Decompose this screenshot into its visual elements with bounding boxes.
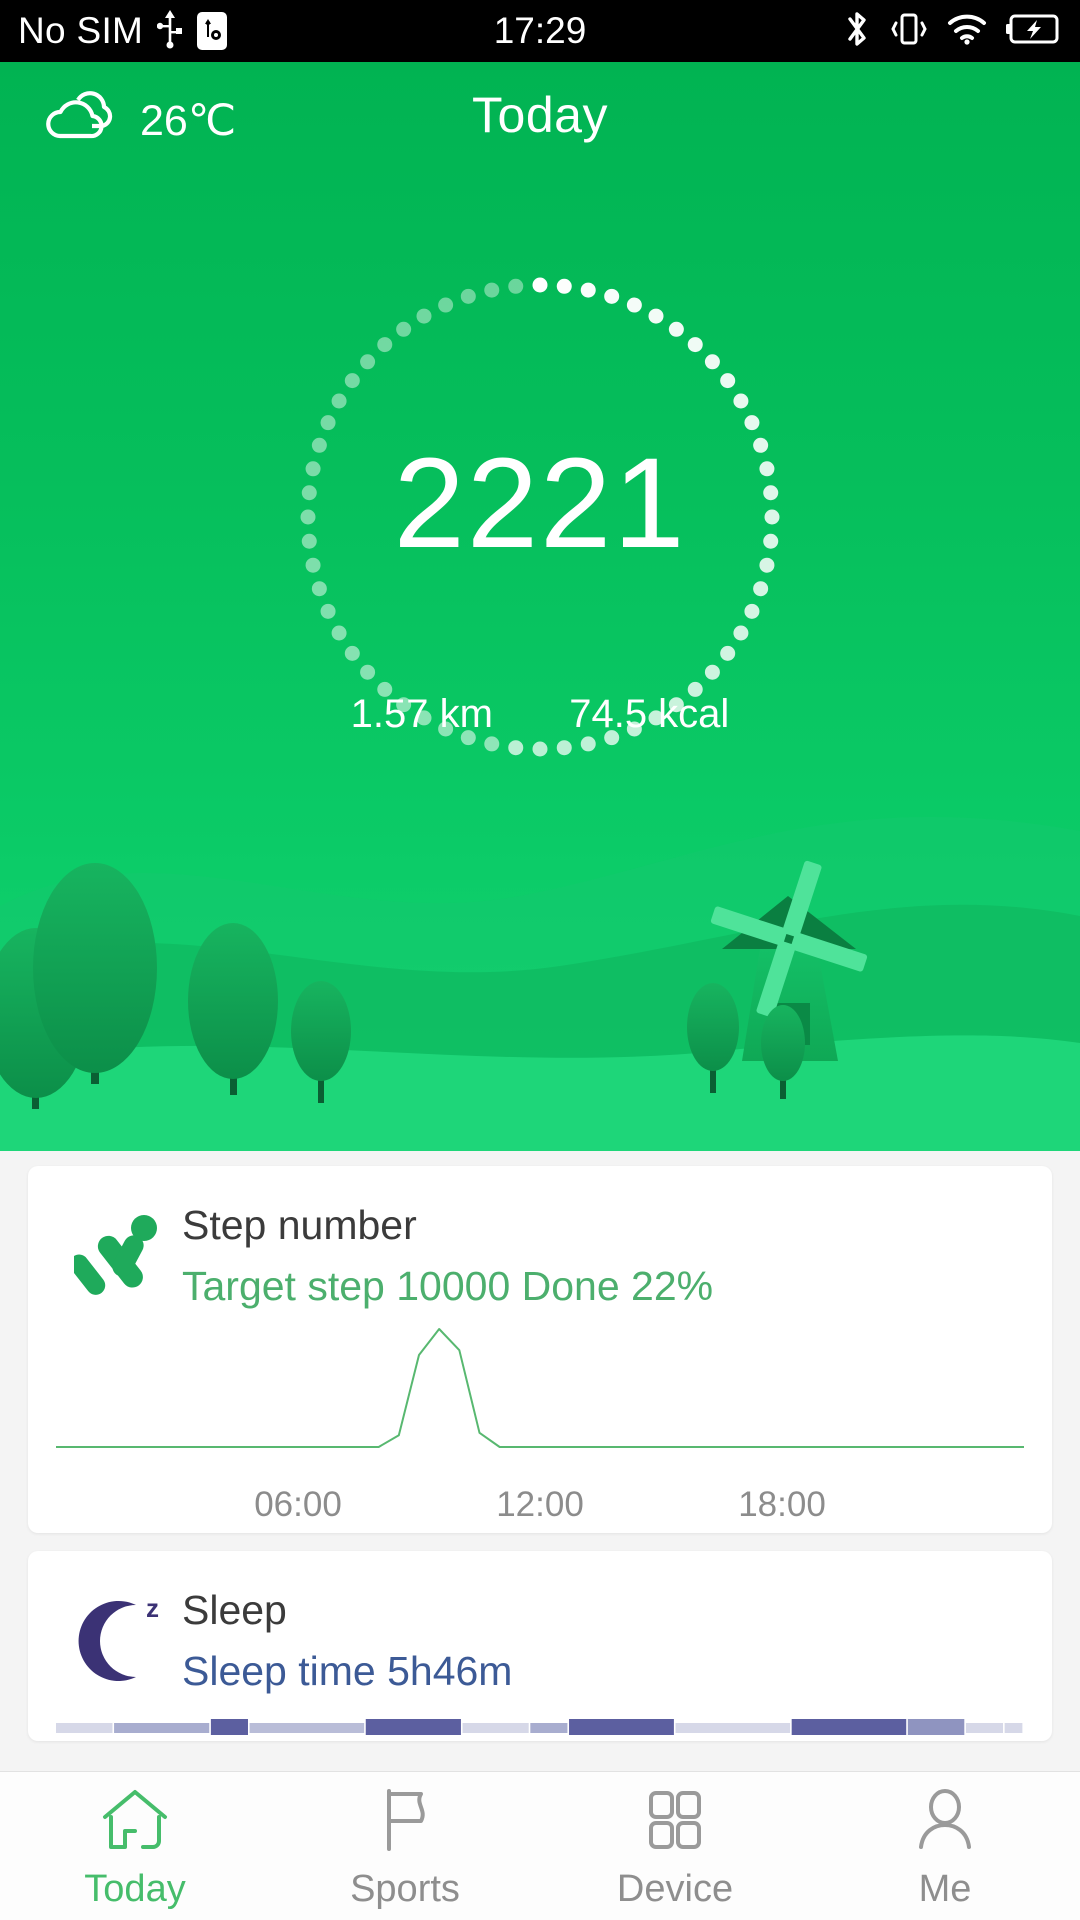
status-bar: No SIM 17:29 <box>0 0 1080 62</box>
hero-header: 26℃ Today <box>0 62 1080 192</box>
step-number-card[interactable]: Step number Target step 10000 Done 22% 0… <box>28 1166 1052 1533</box>
page-title: Today <box>472 87 608 143</box>
wifi-icon <box>946 11 988 52</box>
status-bar-left: No SIM <box>18 9 228 54</box>
nav-item-device[interactable]: Device <box>540 1772 810 1920</box>
moon-sleep-icon: z <box>62 1585 182 1687</box>
vibrate-icon <box>890 9 928 54</box>
axis-tick-label: 06:00 <box>254 1484 342 1524</box>
cards-container: Step number Target step 10000 Done 22% 0… <box>0 1151 1080 1771</box>
nav-label-today: Today <box>84 1868 186 1910</box>
nav-label-sports: Sports <box>350 1868 460 1910</box>
sleep-segments-chart <box>56 1697 1024 1741</box>
step-card-subtitle: Target step 10000 Done 22% <box>182 1263 714 1310</box>
bottom-navigation: Today Sports Device Me <box>0 1771 1080 1920</box>
axis-tick-label: 12:00 <box>496 1484 584 1524</box>
nav-item-me[interactable]: Me <box>810 1772 1080 1920</box>
nav-label-me: Me <box>918 1868 972 1910</box>
grid-icon <box>639 1787 711 1858</box>
status-bar-right <box>842 8 1062 55</box>
sleep-card-header: z Sleep Sleep time 5h46m <box>28 1551 1052 1698</box>
usb-icon <box>156 9 183 54</box>
bluetooth-icon <box>842 8 872 55</box>
step-card-title: Step number <box>182 1202 417 1248</box>
step-card-texts: Step number Target step 10000 Done 22% <box>182 1200 1052 1313</box>
sleep-card[interactable]: z Sleep Sleep time 5h46m <box>28 1550 1052 1741</box>
carrier-label: No SIM <box>18 10 144 51</box>
sleep-card-title: Sleep <box>182 1586 287 1633</box>
usb-debug-icon <box>197 12 228 50</box>
sleep-card-subtitle: Sleep time 5h46m <box>182 1647 513 1694</box>
person-icon <box>909 1787 981 1858</box>
battery-charging-icon <box>1006 12 1062 51</box>
running-person-icon <box>62 1200 182 1302</box>
svg-text:z: z <box>146 1593 159 1623</box>
hero-section: 26℃ Today 2221 1.57 km 74.5 kcal <box>0 62 1080 1151</box>
flag-icon <box>369 1787 441 1858</box>
nav-item-today[interactable]: Today <box>0 1772 270 1920</box>
landscape-illustration <box>0 817 1080 1151</box>
sleep-card-texts: Sleep Sleep time 5h46m <box>182 1585 1052 1698</box>
nav-item-sports[interactable]: Sports <box>270 1772 540 1920</box>
axis-tick-label: 18:00 <box>738 1484 826 1524</box>
step-activity-chart <box>28 1313 1052 1485</box>
nav-label-device: Device <box>616 1868 734 1910</box>
step-count-value: 2221 <box>393 432 687 575</box>
step-chart-axis-labels: 06:00 12:00 18:00 <box>56 1485 1024 1533</box>
step-card-header: Step number Target step 10000 Done 22% <box>28 1166 1052 1313</box>
home-icon <box>99 1787 171 1858</box>
